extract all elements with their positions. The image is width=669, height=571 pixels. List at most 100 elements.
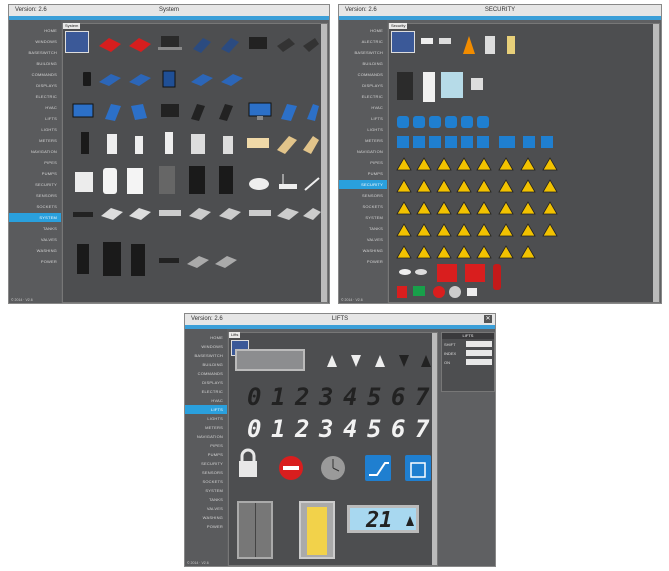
sidebar-item-home[interactable]: HOME <box>9 26 61 35</box>
warning-sign-icons <box>396 157 558 259</box>
info-sign-icons <box>397 116 489 128</box>
device-icon <box>277 38 295 52</box>
scrollbar[interactable] <box>321 24 327 302</box>
property-field[interactable] <box>466 341 492 347</box>
sidebar-item-pumps[interactable]: PUMPS <box>339 169 387 178</box>
sidebar-item-commands[interactable]: COMMANDS <box>9 70 61 79</box>
sidebar-item-hvac[interactable]: HVAC <box>185 396 227 405</box>
sidebar-item-washing[interactable]: WASHING <box>9 246 61 255</box>
sidebar-item-alectric[interactable]: ALECTRIC <box>339 37 387 46</box>
sidebar-item-lights[interactable]: LIGHTS <box>339 125 387 134</box>
smoke-detector-icon <box>399 269 411 275</box>
tab-lifts[interactable]: Lifts <box>229 332 241 338</box>
router-icon <box>221 38 239 53</box>
sidebar-item-commands[interactable]: COMMANDS <box>339 70 387 79</box>
sidebar-item-baseswitch[interactable]: BASESWITCH <box>339 48 387 57</box>
sidebar-item-tanks[interactable]: TANKS <box>9 224 61 233</box>
sidebar-item-navigation[interactable]: NAVIGATION <box>339 147 387 156</box>
property-field[interactable] <box>466 350 492 356</box>
sidebar-item-sockets[interactable]: SOCKETS <box>185 477 227 486</box>
lcd-digit: 7 <box>415 383 430 411</box>
fire-extinguisher-icon <box>493 264 501 290</box>
property-row: ON <box>442 359 494 366</box>
property-label: ON <box>444 360 450 365</box>
sidebar-item-lights[interactable]: LIGHTS <box>9 125 61 134</box>
sidebar-item-meters[interactable]: METERS <box>9 136 61 145</box>
sidebar-item-valves[interactable]: VALVES <box>9 235 61 244</box>
sidebar-item-sockets[interactable]: SOCKETS <box>339 202 387 211</box>
sidebar-item-electric[interactable]: ELECTRIC <box>9 92 61 101</box>
scrollbar[interactable] <box>653 24 659 302</box>
sidebar-item-pumps[interactable]: PUMPS <box>185 450 227 459</box>
sidebar-item-home[interactable]: HOME <box>185 333 227 342</box>
window-title: SECURITY <box>484 7 516 13</box>
wifi-router-icon <box>279 174 297 189</box>
sidebar-item-system[interactable]: SYSTEM <box>339 213 387 222</box>
sidebar-item-electric[interactable]: ELECTRIC <box>339 92 387 101</box>
property-label: INDEX <box>444 351 457 356</box>
sidebar-item-power[interactable]: POWER <box>9 257 61 266</box>
sidebar-item-pipes[interactable]: PIPES <box>185 441 227 450</box>
sidebar-item-electric[interactable]: ELECTRIC <box>185 387 227 396</box>
elevator-door-icon <box>237 501 273 559</box>
sidebar-item-displays[interactable]: DISPLAYS <box>185 378 227 387</box>
sidebar-item-navigation[interactable]: NAVIGATION <box>185 432 227 441</box>
sidebar-item-lifts[interactable]: LIFTS <box>185 405 227 414</box>
lcd-digit: 2 <box>295 383 310 411</box>
printer-icon <box>127 168 143 194</box>
sidebar-item-valves[interactable]: VALVES <box>339 235 387 244</box>
sidebar-item-tanks[interactable]: TANKS <box>185 495 227 504</box>
sidebar-item-displays[interactable]: DISPLAYS <box>339 81 387 90</box>
lcd-digit: 1 <box>271 383 286 411</box>
sidebar-item-valves[interactable]: VALVES <box>185 504 227 513</box>
sidebar-item-sensors[interactable]: SENSORS <box>339 191 387 200</box>
sidebar-item-system[interactable]: SYSTEM <box>185 486 227 495</box>
sidebar-item-meters[interactable]: METERS <box>339 136 387 145</box>
sidebar-item-lifts[interactable]: LIFTS <box>9 114 61 123</box>
server-rack-icon <box>219 166 233 194</box>
sidebar-item-baseswitch[interactable]: BASESWITCH <box>9 48 61 57</box>
sidebar-item-power[interactable]: POWER <box>185 522 227 531</box>
elevator-door-open-icon <box>299 501 335 559</box>
sidebar-item-displays[interactable]: DISPLAYS <box>9 81 61 90</box>
lcd-digit: 6 <box>391 415 406 443</box>
sidebar-item-sensors[interactable]: SENSORS <box>9 191 61 200</box>
sidebar-item-washing[interactable]: WASHING <box>185 513 227 522</box>
sidebar-item-security[interactable]: SECURITY <box>339 180 387 189</box>
sidebar-item-washing[interactable]: WASHING <box>339 246 387 255</box>
sidebar-item-tanks[interactable]: TANKS <box>339 224 387 233</box>
sidebar-item-pipes[interactable]: PIPES <box>9 158 61 167</box>
sidebar-item-building[interactable]: BUILDING <box>339 59 387 68</box>
sidebar-item-power[interactable]: POWER <box>339 257 387 266</box>
padlock-icon <box>467 288 477 296</box>
sidebar-item-building[interactable]: BUILDING <box>185 360 227 369</box>
tablet-icon <box>221 74 243 86</box>
sidebar-item-pipes[interactable]: PIPES <box>339 158 387 167</box>
property-field[interactable] <box>466 359 492 365</box>
sidebar-item-security[interactable]: SECURITY <box>9 180 61 189</box>
sidebar-item-commands[interactable]: COMMANDS <box>185 369 227 378</box>
sidebar-item-hvac[interactable]: HVAC <box>9 103 61 112</box>
sidebar-item-sensors[interactable]: SENSORS <box>185 468 227 477</box>
sidebar-item-lifts[interactable]: LIFTS <box>339 114 387 123</box>
sidebar-item-windows[interactable]: WINDOWS <box>9 37 61 46</box>
sidebar-item-security[interactable]: SECURITY <box>185 459 227 468</box>
sidebar-item-sockets[interactable]: SOCKETS <box>9 202 61 211</box>
phone-icon <box>83 72 91 86</box>
sidebar-item-hvac[interactable]: HVAC <box>339 103 387 112</box>
accent-bar <box>339 16 661 20</box>
sidebar-item-meters[interactable]: METERS <box>185 423 227 432</box>
lcd-digit: 4 <box>343 383 358 411</box>
sidebar-item-building[interactable]: BUILDING <box>9 59 61 68</box>
symbol-panel: Security <box>388 23 660 303</box>
property-row: SHIFT <box>442 341 494 348</box>
switch-icon <box>159 210 181 216</box>
close-icon[interactable]: ✕ <box>484 315 492 323</box>
sidebar-item-pumps[interactable]: PUMPS <box>9 169 61 178</box>
sidebar-item-baseswitch[interactable]: BASESWITCH <box>185 351 227 360</box>
sidebar-item-windows[interactable]: WINDOWS <box>185 342 227 351</box>
sidebar-item-home[interactable]: HOME <box>339 26 387 35</box>
sidebar-item-lights[interactable]: LIGHTS <box>185 414 227 423</box>
sidebar-item-system[interactable]: SYSTEM <box>9 213 61 222</box>
sidebar-item-navigation[interactable]: NAVIGATION <box>9 147 61 156</box>
